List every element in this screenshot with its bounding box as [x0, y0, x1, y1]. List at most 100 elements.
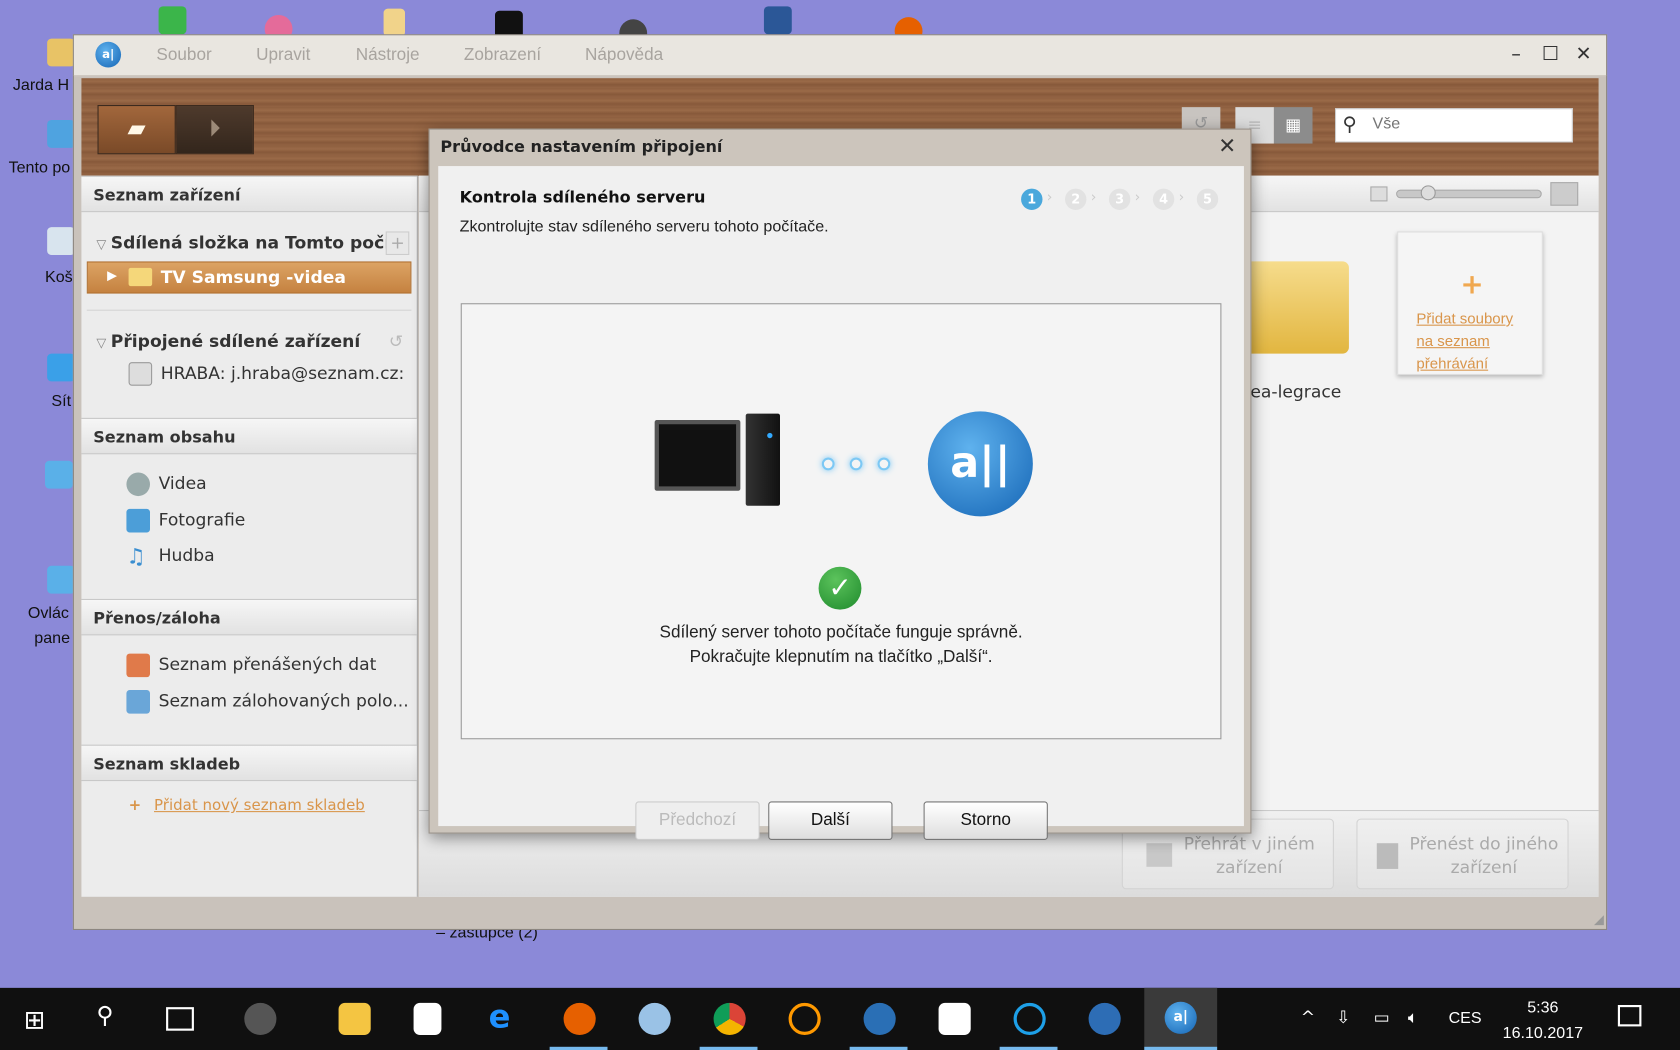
app-icon[interactable]: [1013, 1002, 1046, 1036]
connection-wizard-dialog: Průvodce nastavením připojení ✕ Kontrola…: [428, 128, 1252, 841]
device-label: HRABA: j.hraba@seznam.cz:: [160, 362, 405, 384]
status-instruction: Pokračujte klepnutím na tlačítko „Další“…: [689, 648, 993, 667]
backup-list-item[interactable]: Seznam zálohovaných polo...: [126, 690, 409, 714]
desktop-icon-folder[interactable]: [383, 8, 406, 37]
menu-bar: a| Soubor Upravit Nástroje Zobrazení Náp…: [73, 35, 1607, 77]
search-box[interactable]: ⚲: [1335, 108, 1573, 143]
search-input[interactable]: [1372, 114, 1566, 133]
computer-tower-icon: [745, 413, 781, 506]
menu-zobrazeni[interactable]: Zobrazení: [464, 46, 541, 65]
computer-monitor-icon: [654, 420, 741, 491]
shared-folder-group[interactable]: ▽ Sdílená složka na Tomto počí...: [96, 233, 409, 253]
task-view-icon[interactable]: [166, 1007, 194, 1031]
dialog-close-button[interactable]: ✕: [1218, 133, 1236, 159]
user-folder-icon[interactable]: [47, 38, 76, 67]
menu-napoveda[interactable]: Nápověda: [585, 46, 663, 65]
add-files-card[interactable]: + Přidat soubory na seznam přehrávání: [1397, 231, 1543, 376]
refresh-icon[interactable]: ↺: [389, 331, 403, 351]
zoom-slider[interactable]: [1396, 185, 1542, 201]
control-panel-icon[interactable]: [47, 565, 76, 594]
volume-icon[interactable]: 🔈︎: [1408, 1007, 1418, 1028]
notifications-icon[interactable]: [1617, 1005, 1642, 1027]
maximize-button[interactable]: ☐: [1538, 42, 1564, 68]
menu-nastroje[interactable]: Nástroje: [356, 46, 420, 65]
content-videos[interactable]: Videa: [126, 472, 207, 497]
file-explorer-icon[interactable]: [338, 1002, 371, 1036]
content-header: Seznam obsahu: [81, 417, 417, 455]
allshare-icon: a|: [1164, 1001, 1197, 1034]
menu-soubor[interactable]: Soubor: [156, 46, 211, 65]
chevron-right-icon: ›: [1090, 189, 1097, 206]
previous-button[interactable]: Předchozí: [635, 801, 760, 841]
clock[interactable]: 5:36 16.10.2017: [1495, 995, 1591, 1046]
desktop-label: Ovlác: [27, 604, 69, 623]
photo-icon: [126, 508, 151, 533]
firefox-icon[interactable]: [563, 1002, 596, 1036]
selected-folder-item[interactable]: ▶ TV Samsung -videa: [86, 261, 412, 294]
edge-icon[interactable]: e: [489, 1001, 521, 1035]
content-music[interactable]: ♫ Hudba: [126, 544, 214, 568]
app-icon[interactable]: [863, 1002, 896, 1036]
slider-thumb[interactable]: [1420, 185, 1436, 201]
desktop-icon-sync[interactable]: [158, 6, 187, 35]
folder-label[interactable]: ea-legrace: [1250, 381, 1341, 401]
desktop-label: pane: [34, 628, 71, 648]
menu-upravit[interactable]: Upravit: [256, 46, 310, 65]
step-4: 4: [1152, 188, 1175, 211]
add-folder-button[interactable]: +: [385, 231, 410, 256]
item-label: Seznam přenášených dat: [158, 654, 377, 675]
transfer-list-item[interactable]: Seznam přenášených dat: [126, 653, 377, 678]
wizard-heading: Kontrola sdíleného serveru: [459, 187, 706, 207]
network-icon[interactable]: [47, 353, 76, 382]
small-thumb-icon: [1370, 186, 1388, 202]
desktop-icon-word[interactable]: [763, 6, 792, 35]
store-icon[interactable]: [413, 1002, 442, 1036]
large-thumb-icon: [1550, 182, 1579, 206]
this-pc-icon[interactable]: [47, 120, 76, 148]
show-hidden-icons-button[interactable]: ^: [1301, 1007, 1315, 1027]
connection-dot: [849, 457, 863, 471]
folder-thumbnail-icon[interactable]: [1243, 261, 1349, 354]
desktop-label: Tento po: [8, 158, 71, 177]
resize-grip-icon[interactable]: ◢: [1594, 912, 1604, 927]
connected-devices-group[interactable]: ▽ Připojené sdílené zařízení: [96, 331, 360, 351]
desktop-label: Sít: [51, 392, 72, 411]
close-button[interactable]: ✕: [1571, 42, 1597, 68]
step-3: 3: [1108, 188, 1131, 211]
send-to-other-device-button[interactable]: Přenést do jiného zařízení: [1356, 818, 1569, 890]
grid-view-button[interactable]: ▦: [1273, 107, 1313, 144]
minimize-button[interactable]: –: [1503, 42, 1529, 68]
cancel-button[interactable]: Storno: [923, 801, 1048, 841]
content-photos[interactable]: Fotografie: [126, 508, 245, 533]
chrome-icon[interactable]: [713, 1002, 746, 1036]
mail-icon[interactable]: [938, 1002, 971, 1036]
next-button[interactable]: Další: [768, 801, 893, 841]
download-tray-icon[interactable]: ⇩: [1336, 1007, 1350, 1027]
item-label: Videa: [158, 473, 207, 494]
connected-label: Připojené sdílené zařízení: [110, 331, 361, 352]
player-view-button[interactable]: ⏵: [175, 105, 254, 155]
chevron-right-icon: ›: [1134, 189, 1141, 206]
status-panel: a|| ✓ Sdílený server tohoto počítače fun…: [460, 303, 1222, 740]
mail-client-icon[interactable]: [788, 1002, 821, 1036]
button-line: zařízení: [1216, 857, 1283, 878]
film-reel-icon: [126, 472, 151, 497]
button-line: Přenést do jiného: [1409, 833, 1559, 854]
recycle-bin-icon[interactable]: [47, 227, 76, 256]
sidebar: Seznam zařízení ▽ Sdílená složka na Tomt…: [81, 175, 418, 897]
desktop-app-icon[interactable]: [45, 460, 73, 489]
connected-device-item[interactable]: HRABA: j.hraba@seznam.cz:: [128, 362, 405, 386]
paint-icon[interactable]: [638, 1002, 671, 1036]
start-button[interactable]: ⊞: [24, 1005, 46, 1035]
folder-view-button[interactable]: ▰: [97, 105, 176, 155]
playlist-header: Seznam skladeb: [81, 744, 417, 782]
language-indicator[interactable]: CES: [1449, 1009, 1482, 1027]
taskbar-app-icon[interactable]: [244, 1002, 277, 1036]
search-icon[interactable]: ⚲: [96, 1003, 113, 1030]
network-tray-icon[interactable]: ▭: [1374, 1007, 1390, 1027]
add-playlist-label: Přidat nový seznam skladeb: [154, 797, 365, 815]
allshare-taskbar-button[interactable]: a|: [1144, 987, 1218, 1050]
add-card-line: Přidat soubory: [1416, 309, 1514, 327]
add-playlist-link[interactable]: + Přidat nový seznam skladeb: [129, 797, 365, 814]
thunderbird-icon[interactable]: [1088, 1002, 1121, 1036]
